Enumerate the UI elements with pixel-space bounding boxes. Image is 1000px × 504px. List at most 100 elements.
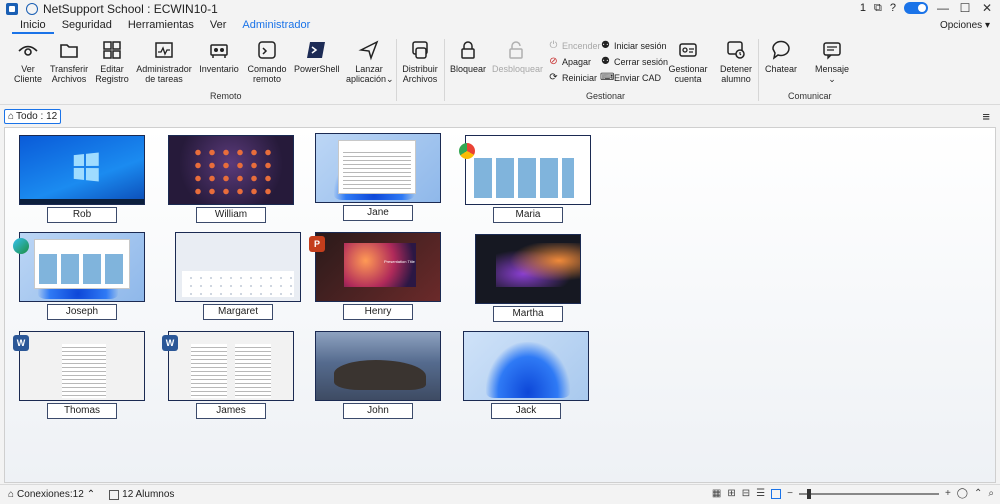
- zoom-icon[interactable]: ⌕: [988, 488, 994, 499]
- unlock-label: Desbloquear: [492, 64, 544, 74]
- manage-account-label-1: Gestionar: [668, 64, 708, 74]
- student-card-rob[interactable]: Rob: [19, 135, 145, 223]
- student-screen[interactable]: [19, 135, 145, 205]
- inventory-button[interactable]: Inventario: [199, 39, 239, 74]
- task-manager-button[interactable]: Administrador de tareas: [136, 39, 192, 84]
- lock-button[interactable]: Bloquear: [450, 39, 486, 74]
- maximize-button[interactable]: ☐: [958, 1, 972, 15]
- list-view-icon[interactable]: ☰: [756, 488, 765, 499]
- keyboard-icon: ⌨: [600, 72, 615, 83]
- student-name: Jane: [343, 205, 413, 221]
- student-screen[interactable]: [168, 331, 294, 401]
- student-screen[interactable]: [315, 133, 441, 203]
- transfer-files-button[interactable]: Transferir Archivos: [50, 39, 88, 84]
- edit-registry-button[interactable]: Editar Registro: [94, 39, 130, 84]
- launch-app-label-2-wrap: aplicación⌄: [346, 74, 394, 84]
- power-off-button[interactable]: ⊘ Apagar: [548, 56, 591, 67]
- mode-toggle[interactable]: [904, 2, 928, 14]
- restart-button[interactable]: ⟳ Reiniciar: [548, 72, 597, 83]
- ribbon-separator: [758, 39, 759, 101]
- launch-icon: [358, 40, 379, 61]
- logout-button[interactable]: ⚉ Cerrar sesión: [600, 56, 668, 67]
- powershell-icon: [307, 42, 325, 58]
- power-on-button[interactable]: ⏻ Encender: [548, 40, 601, 51]
- stop-student-button[interactable]: Detener alumno: [716, 39, 756, 84]
- student-card-thomas[interactable]: W Thomas: [13, 331, 145, 419]
- student-screen[interactable]: [175, 232, 301, 302]
- student-screen[interactable]: [19, 331, 145, 401]
- zoom-slider-thumb[interactable]: [806, 488, 811, 499]
- student-screen[interactable]: [465, 135, 591, 205]
- options-menu[interactable]: Opciones ▾: [940, 20, 990, 31]
- unlock-button[interactable]: Desbloquear: [492, 39, 544, 74]
- task-manager-icon: [155, 42, 173, 58]
- student-screen[interactable]: [463, 331, 589, 401]
- tab-administrador[interactable]: Administrador: [234, 18, 318, 34]
- zoom-in-button[interactable]: +: [945, 488, 951, 499]
- menu-icon[interactable]: ≡: [982, 109, 990, 124]
- student-name: Joseph: [47, 304, 117, 320]
- student-card-margaret[interactable]: Margaret: [175, 232, 301, 320]
- layout-arrange-icon[interactable]: ⊟: [742, 488, 750, 499]
- ribbon: Ver Cliente Transferir Archivos Editar R…: [0, 35, 1000, 105]
- fit-icon[interactable]: ◯: [957, 488, 968, 499]
- remote-command-button[interactable]: Comando remoto: [246, 39, 288, 84]
- message-label: Mensaje: [814, 64, 850, 74]
- zoom-slider[interactable]: [798, 488, 939, 499]
- powershell-button[interactable]: PowerShell: [294, 39, 340, 74]
- edge-icon: [13, 238, 29, 254]
- distribute-files-button[interactable]: Distribuir Archivos: [400, 39, 440, 84]
- chrome-icon: [459, 143, 475, 159]
- app-logo-icon: [6, 3, 18, 15]
- options-label: Opciones: [939, 20, 983, 31]
- minimize-button[interactable]: —: [936, 1, 950, 15]
- student-card-henry[interactable]: P Presentation Title Henry: [309, 232, 441, 320]
- student-card-maria[interactable]: Maria: [459, 135, 591, 223]
- stop-student-label-1: Detener: [719, 64, 753, 74]
- chat-button[interactable]: Chatear: [764, 39, 798, 74]
- student-card-jane[interactable]: Jane: [315, 133, 441, 221]
- help-button[interactable]: ?: [890, 2, 896, 14]
- student-card-william[interactable]: William: [168, 135, 294, 223]
- close-button[interactable]: ✕: [980, 1, 994, 15]
- student-screen[interactable]: [315, 331, 441, 401]
- netsupport-icon: [26, 3, 38, 15]
- student-screen[interactable]: [19, 232, 145, 302]
- tab-herramientas[interactable]: Herramientas: [120, 18, 202, 34]
- view-client-button[interactable]: Ver Cliente: [14, 39, 42, 84]
- layout-tiles-icon[interactable]: ⊞: [727, 488, 735, 499]
- word-icon: W: [162, 335, 178, 351]
- login-button[interactable]: ⚉ Iniciar sesión: [600, 40, 667, 51]
- account-icon: [679, 43, 697, 57]
- stop-student-icon: [727, 41, 745, 59]
- thumbnail-view-icon[interactable]: [771, 488, 782, 499]
- launch-app-button[interactable]: Lanzar aplicación⌄: [346, 39, 394, 84]
- student-screen[interactable]: Presentation Title: [315, 232, 441, 302]
- student-card-john[interactable]: John: [315, 331, 441, 419]
- student-screen[interactable]: [168, 135, 294, 205]
- powerpoint-icon: P: [309, 236, 325, 252]
- connections-status[interactable]: ⌂ Conexiones:12 ⌃: [8, 489, 95, 500]
- message-button[interactable]: Mensaje ⌄: [812, 39, 852, 84]
- ribbon-separator: [444, 39, 445, 101]
- view-client-label-1: Ver: [21, 64, 35, 74]
- restart-label: Reiniciar: [562, 72, 598, 83]
- send-cad-button[interactable]: ⌨ Enviar CAD: [600, 72, 661, 83]
- student-screen[interactable]: [475, 234, 581, 304]
- all-students-group[interactable]: ⌂ Todo : 12: [4, 109, 62, 124]
- chevron-up-icon[interactable]: ⌃: [974, 488, 982, 499]
- tab-inicio[interactable]: Inicio: [12, 18, 54, 34]
- student-card-joseph[interactable]: Joseph: [13, 232, 145, 320]
- layout-grid-icon[interactable]: ▦: [712, 488, 721, 499]
- zoom-out-button[interactable]: −: [787, 488, 793, 499]
- multi-window-icon[interactable]: ⧉: [874, 2, 882, 15]
- menu-bar: Inicio Seguridad Herramientas Ver Admini…: [0, 18, 1000, 34]
- student-card-james[interactable]: W James: [162, 331, 294, 419]
- registry-icon: [103, 41, 121, 59]
- manage-account-button[interactable]: Gestionar cuenta: [668, 39, 708, 84]
- student-card-martha[interactable]: Martha: [475, 234, 601, 322]
- tab-seguridad[interactable]: Seguridad: [54, 18, 120, 34]
- tab-ver[interactable]: Ver: [202, 18, 235, 34]
- inventory-icon: [210, 44, 228, 58]
- student-card-jack[interactable]: Jack: [463, 331, 589, 419]
